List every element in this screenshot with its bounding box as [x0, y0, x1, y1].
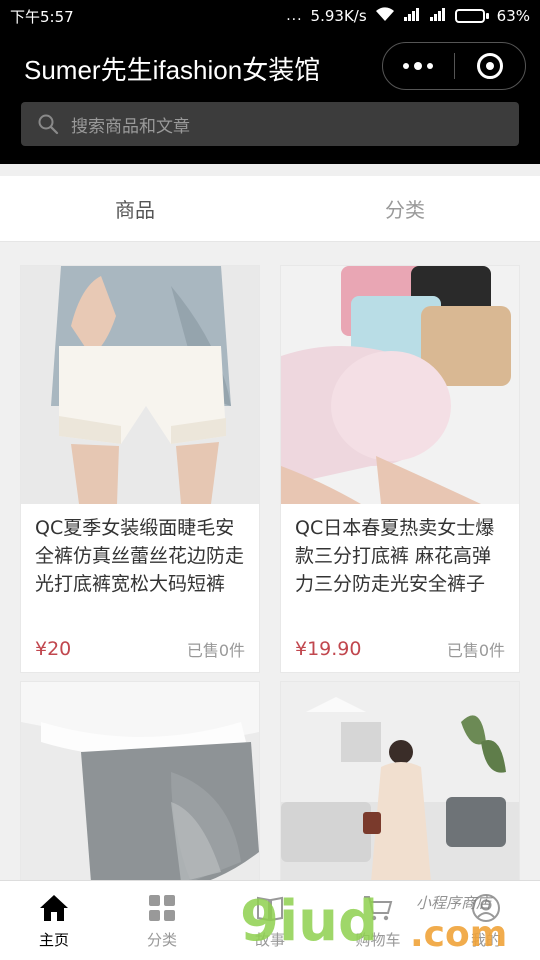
- product-price: ¥19.90: [295, 638, 362, 660]
- tabbar-item-home[interactable]: 主页: [0, 881, 108, 960]
- product-name: QC日本春夏热卖女士爆款三分打底裤 麻花高弹力三分防走光安全裤子: [295, 517, 495, 595]
- product-card[interactable]: QC夏季女装缎面睫毛安全裤仿真丝蕾丝花边防走光打底裤宽松大码短裤 ¥20 已售0…: [20, 265, 260, 673]
- product-card[interactable]: QC日本春夏热卖女士爆款三分打底裤 麻花高弹力三分防走光安全裤子 ¥19.90 …: [280, 265, 520, 673]
- tab-products[interactable]: 商品: [0, 176, 270, 241]
- search-input[interactable]: 搜索商品和文章: [21, 102, 519, 146]
- status-indicators: ... 5.93K/s 63%: [286, 6, 530, 26]
- tab-categories[interactable]: 分类: [270, 176, 540, 241]
- battery-icon: [454, 9, 489, 23]
- product-sold-count: 已售0件: [186, 641, 245, 660]
- search-icon: [38, 114, 59, 135]
- tabbar-item-categories[interactable]: 分类: [108, 881, 216, 960]
- product-sold-count: 已售0件: [446, 641, 505, 660]
- bottom-tab-bar: 主页 分类 故事 购物车 我的: [0, 880, 540, 960]
- grid-icon: [145, 891, 179, 925]
- header: Sumer先生ifashion女装馆 搜索商品和文章: [0, 32, 540, 164]
- tabbar-label: 我的: [470, 931, 501, 949]
- product-card[interactable]: [20, 681, 260, 901]
- cart-icon: [361, 891, 395, 925]
- product-footer: ¥19.90 已售0件: [281, 626, 519, 672]
- user-icon: [469, 891, 503, 925]
- mini-program-capsule: [382, 42, 526, 90]
- search-placeholder: 搜索商品和文章: [71, 116, 190, 137]
- product-name: QC夏季女装缎面睫毛安全裤仿真丝蕾丝花边防走光打底裤宽松大码短裤: [35, 517, 245, 595]
- book-icon: [253, 891, 287, 925]
- tabbar-item-stories[interactable]: 故事: [216, 881, 324, 960]
- product-card[interactable]: [280, 681, 520, 901]
- tabbar-label: 故事: [254, 931, 285, 949]
- product-image: [281, 682, 519, 900]
- close-button[interactable]: [455, 43, 526, 89]
- product-image: [21, 266, 259, 504]
- tabbar-item-cart[interactable]: 购物车: [324, 881, 432, 960]
- more-dots-indicator: ...: [286, 8, 303, 24]
- page-title: Sumer先生ifashion女装馆: [24, 55, 321, 85]
- tabbar-label: 购物车: [355, 931, 401, 949]
- battery-percent: 63%: [496, 7, 530, 25]
- product-footer: ¥20 已售0件: [21, 626, 259, 672]
- tabbar-item-profile[interactable]: 我的: [432, 881, 540, 960]
- product-image: [281, 266, 519, 504]
- wifi-icon: [375, 6, 395, 26]
- signal-icon: [403, 6, 421, 26]
- content-tabs: 商品 分类: [0, 176, 540, 242]
- product-price: ¥20: [35, 638, 72, 660]
- network-speed: 5.93K/s: [310, 7, 367, 25]
- tabbar-label: 主页: [38, 931, 69, 949]
- status-bar: 下午5:57 ... 5.93K/s 63%: [0, 0, 540, 32]
- signal-icon-2: [429, 6, 447, 26]
- status-time: 下午5:57: [10, 7, 74, 26]
- tabbar-label: 分类: [146, 931, 177, 949]
- close-icon: [476, 53, 503, 79]
- product-image: [21, 682, 259, 900]
- home-icon: [37, 891, 71, 925]
- more-options-button[interactable]: [383, 43, 454, 89]
